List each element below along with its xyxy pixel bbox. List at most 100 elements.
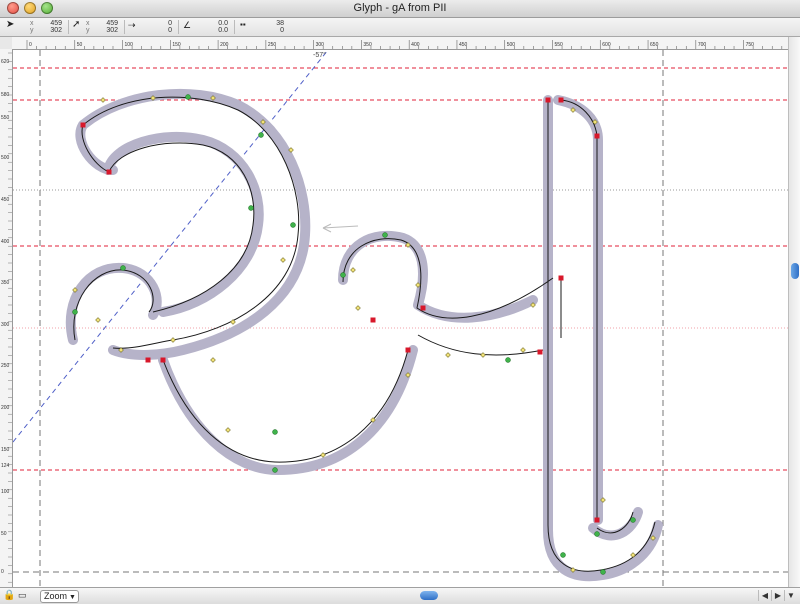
vertical-scroll-thumb[interactable] (791, 263, 799, 279)
horizontal-scroll-thumb[interactable] (420, 591, 438, 600)
curve-point[interactable] (290, 222, 296, 228)
ruler-label: 550 (1, 115, 10, 121)
corner-point[interactable] (558, 275, 564, 281)
glyph-drawing[interactable]: -57° (13, 50, 788, 587)
anchor-pointer-icon[interactable]: ➚ (72, 19, 80, 31)
control-handle[interactable] (355, 305, 361, 311)
delta-y-value: 302 (106, 27, 118, 34)
curve-point[interactable] (560, 552, 566, 558)
control-handle[interactable] (480, 352, 486, 358)
ruler-label: 0 (1, 569, 4, 575)
corner-point[interactable] (558, 97, 564, 103)
corner-point[interactable] (594, 517, 600, 523)
ruler-label: 50 (1, 531, 7, 537)
control-handle[interactable] (225, 427, 231, 433)
curve-point[interactable] (505, 357, 511, 363)
ruler-label: 100 (1, 489, 10, 495)
points-icon[interactable]: ▪▪ (240, 19, 246, 31)
curve-point[interactable] (72, 309, 78, 315)
control-handle[interactable] (170, 337, 176, 343)
control-handle[interactable] (210, 357, 216, 363)
corner-point[interactable] (545, 97, 551, 103)
corner-point[interactable] (160, 357, 166, 363)
ruler-label: 650 (650, 42, 659, 48)
horizontal-ruler[interactable]: 0 50 100 150 200 250 300 350 400 450 500 550 600 650 7… (12, 37, 788, 50)
ruler-label: 500 (1, 155, 10, 161)
curve-point[interactable] (185, 94, 191, 100)
control-handle[interactable] (350, 267, 356, 273)
curve-point[interactable] (258, 132, 264, 138)
glyph-window: Glyph - gA from PII ➤ x y 459 302 ➚ x y … (0, 0, 800, 604)
zoom-dropdown[interactable]: Zoom ▼ (40, 590, 79, 603)
title-bar: Glyph - gA from PII (0, 0, 800, 18)
outline-path-bowl[interactable] (162, 349, 409, 463)
ruler-label: 0 (29, 42, 32, 48)
count-b-value: 0 (280, 27, 284, 34)
lock-icon[interactable]: 🔒 (3, 590, 15, 601)
curve-point[interactable] (248, 205, 254, 211)
corner-point[interactable] (370, 317, 376, 323)
template-outline (65, 88, 663, 582)
ruler-label: 250 (268, 42, 277, 48)
curve-point[interactable] (594, 531, 600, 537)
corner-point[interactable] (537, 349, 543, 355)
ruler-label: 100 (125, 42, 134, 48)
scroll-right-arrow-icon[interactable]: ▶ (771, 590, 784, 601)
corner-point[interactable] (594, 133, 600, 139)
curve-point[interactable] (272, 429, 278, 435)
measure-icon[interactable]: ⇢ (128, 19, 136, 31)
curve-point[interactable] (120, 265, 126, 271)
corner-point[interactable] (405, 347, 411, 353)
toolbar-divider (68, 20, 69, 34)
ruler-label: 450 (1, 197, 10, 203)
ruler-label: 350 (363, 42, 372, 48)
control-handle[interactable] (95, 317, 101, 323)
scroll-left-arrow-icon[interactable]: ◀ (758, 590, 771, 601)
y-label: y (30, 27, 34, 34)
curve-point[interactable] (630, 517, 636, 523)
ruler-label: 750 (746, 42, 755, 48)
control-handle[interactable] (280, 257, 286, 263)
ruler-label: 620 (1, 59, 10, 65)
control-handle[interactable] (445, 352, 451, 358)
corner-point[interactable] (106, 169, 112, 175)
control-handle[interactable] (100, 97, 106, 103)
layers-icon[interactable]: ▭ (18, 590, 27, 601)
corner-point[interactable] (80, 122, 86, 128)
curve-point[interactable] (272, 467, 278, 473)
chevron-down-icon: ▼ (69, 594, 76, 601)
template-stroke-h (553, 95, 603, 525)
pointer-y-value: 302 (50, 27, 62, 34)
ruler-label: 450 (459, 42, 468, 48)
ruler-label: 50 (77, 42, 83, 48)
scroll-down-arrow-icon[interactable]: ▼ (784, 590, 797, 601)
info-toolbar: ➤ x y 459 302 ➚ x y 459 302 ⇢ 0 0 ∠ 0.0 … (0, 18, 800, 37)
vertical-ruler-ticks: 6205805505004504003503002502001501241005… (1, 52, 12, 583)
angle-b-value: 0.0 (218, 27, 228, 34)
anchor-points[interactable] (72, 94, 656, 575)
glyph-canvas[interactable]: -57° (13, 50, 788, 587)
arrow-pointer-icon[interactable]: ➤ (6, 19, 14, 31)
control-handle[interactable] (520, 347, 526, 353)
vertical-scrollbar[interactable] (788, 37, 800, 587)
ruler-label: 600 (602, 42, 611, 48)
ruler-label: 150 (1, 447, 10, 453)
curve-point[interactable] (340, 272, 346, 278)
ruler-label: 580 (1, 92, 10, 98)
curve-point[interactable] (600, 569, 606, 575)
corner-point[interactable] (145, 357, 151, 363)
bottom-bar: 🔒 ▭ Zoom ▼ ◀ ▶ ▼ (0, 587, 800, 604)
outline-path-stem-right[interactable] (560, 99, 598, 520)
curve-point[interactable] (382, 232, 388, 238)
ruler-label: 400 (411, 42, 420, 48)
control-handle[interactable] (320, 452, 326, 458)
outline-path-connector-lower[interactable] (417, 334, 544, 356)
ruler-label: 300 (1, 322, 10, 328)
angle-icon[interactable]: ∠ (183, 19, 191, 31)
outline-path-inner-a[interactable] (108, 142, 255, 313)
delta-x-value: 459 (106, 20, 118, 27)
vertical-ruler[interactable]: 620 580 550 500 450 400 350 300 250 200 150 124 100 5… (0, 49, 13, 587)
toolbar-divider (234, 20, 235, 34)
corner-point[interactable] (420, 305, 426, 311)
ghost-arrow (322, 225, 359, 229)
